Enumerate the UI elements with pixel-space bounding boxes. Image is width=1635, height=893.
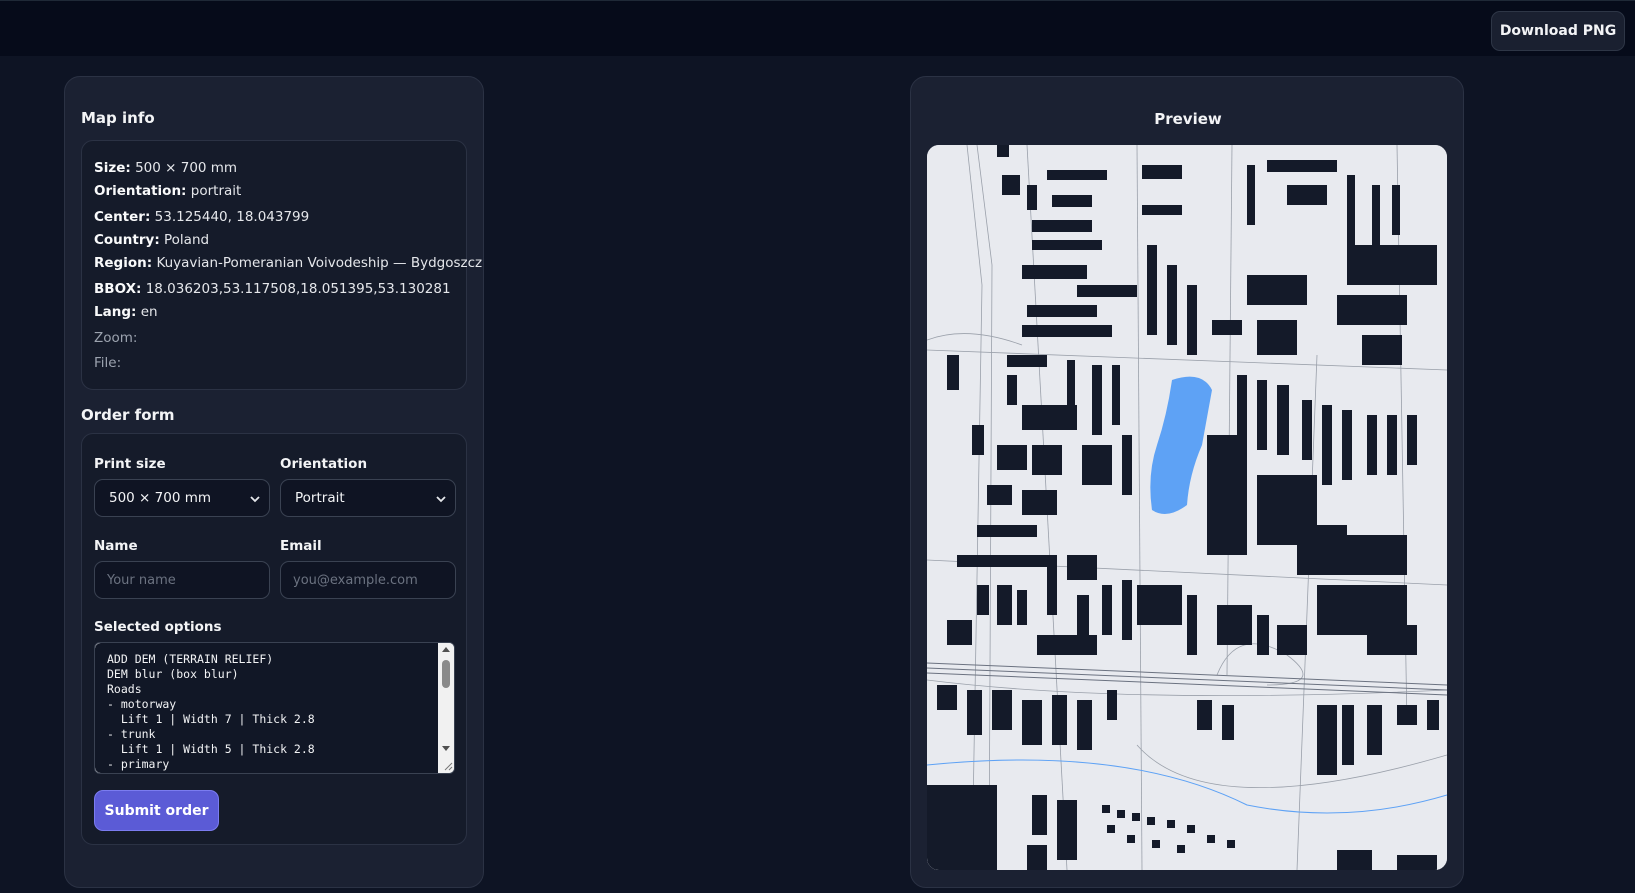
- print-size-label: Print size: [94, 456, 166, 472]
- info-size: Size: 500 × 700 mm: [94, 157, 454, 180]
- info-region: Region: Kuyavian-Pomeranian Voivodeship …: [94, 252, 482, 275]
- center-label: Center:: [94, 209, 151, 225]
- orientation-value: portrait: [190, 183, 242, 199]
- lang-value: en: [140, 304, 158, 320]
- info-country: Country: Poland: [94, 229, 454, 252]
- info-orientation: Orientation: portrait: [94, 180, 454, 203]
- top-bar: Download PNG: [0, 0, 1635, 56]
- name-input[interactable]: Your name: [94, 561, 270, 599]
- region-label: Region:: [94, 255, 153, 271]
- email-label: Email: [280, 538, 322, 554]
- info-bbox: BBOX: 18.036203,53.117508,18.051395,53.1…: [94, 278, 454, 301]
- size-label: Size:: [94, 160, 131, 176]
- name-label: Name: [94, 538, 138, 554]
- bbox-value: 18.036203,53.117508,18.051395,53.130281: [145, 281, 451, 297]
- size-value: 500 × 700 mm: [135, 160, 238, 176]
- country-label: Country:: [94, 232, 160, 248]
- left-panel: Map info Size: 500 × 700 mm Orientation:…: [64, 76, 484, 888]
- scrollbar-thumb[interactable]: [442, 660, 450, 688]
- resize-handle-icon[interactable]: [443, 761, 453, 771]
- selected-options-textarea[interactable]: ADD DEM (TERRAIN RELIEF) DEM blur (box b…: [94, 642, 455, 774]
- print-size-selected: 500 × 700 mm: [109, 490, 212, 506]
- scroll-down-icon[interactable]: [442, 746, 450, 752]
- scroll-up-icon[interactable]: [442, 646, 450, 652]
- preview-title: Preview: [1154, 110, 1222, 128]
- orientation-selected: Portrait: [295, 490, 345, 506]
- country-value: Poland: [164, 232, 210, 248]
- order-form-card: Print size Orientation 500 × 700 mm Port…: [81, 433, 467, 845]
- submit-order-button[interactable]: Submit order: [94, 790, 219, 831]
- map-info-title: Map info: [81, 109, 155, 127]
- selected-options-label: Selected options: [94, 619, 222, 635]
- chevron-down-icon: [436, 496, 446, 503]
- lang-label: Lang:: [94, 304, 137, 320]
- map-preview[interactable]: [927, 145, 1447, 870]
- email-input[interactable]: you@example.com: [280, 561, 456, 599]
- map-preview-image: [927, 145, 1447, 870]
- preview-panel: Preview: [910, 76, 1464, 888]
- selected-options-text: ADD DEM (TERRAIN RELIEF) DEM blur (box b…: [95, 643, 438, 773]
- orientation-select-label: Orientation: [280, 456, 368, 472]
- print-size-select[interactable]: 500 × 700 mm: [94, 479, 270, 517]
- info-zoom: Zoom:: [94, 330, 138, 346]
- order-form-title: Order form: [81, 406, 175, 424]
- textarea-scrollbar[interactable]: [438, 643, 454, 773]
- info-file: File:: [94, 355, 122, 371]
- orientation-label: Orientation:: [94, 183, 187, 199]
- map-info-card: Size: 500 × 700 mm Orientation: portrait…: [81, 140, 482, 390]
- center-value: 53.125440, 18.043799: [154, 209, 310, 225]
- bbox-label: BBOX:: [94, 281, 142, 297]
- download-png-button[interactable]: Download PNG: [1491, 11, 1625, 51]
- info-center: Center: 53.125440, 18.043799: [94, 206, 454, 229]
- orientation-select[interactable]: Portrait: [280, 479, 456, 517]
- region-value: Kuyavian-Pomeranian Voivodeship — Bydgos…: [156, 255, 483, 271]
- chevron-down-icon: [250, 496, 260, 503]
- info-lang: Lang: en: [94, 301, 454, 324]
